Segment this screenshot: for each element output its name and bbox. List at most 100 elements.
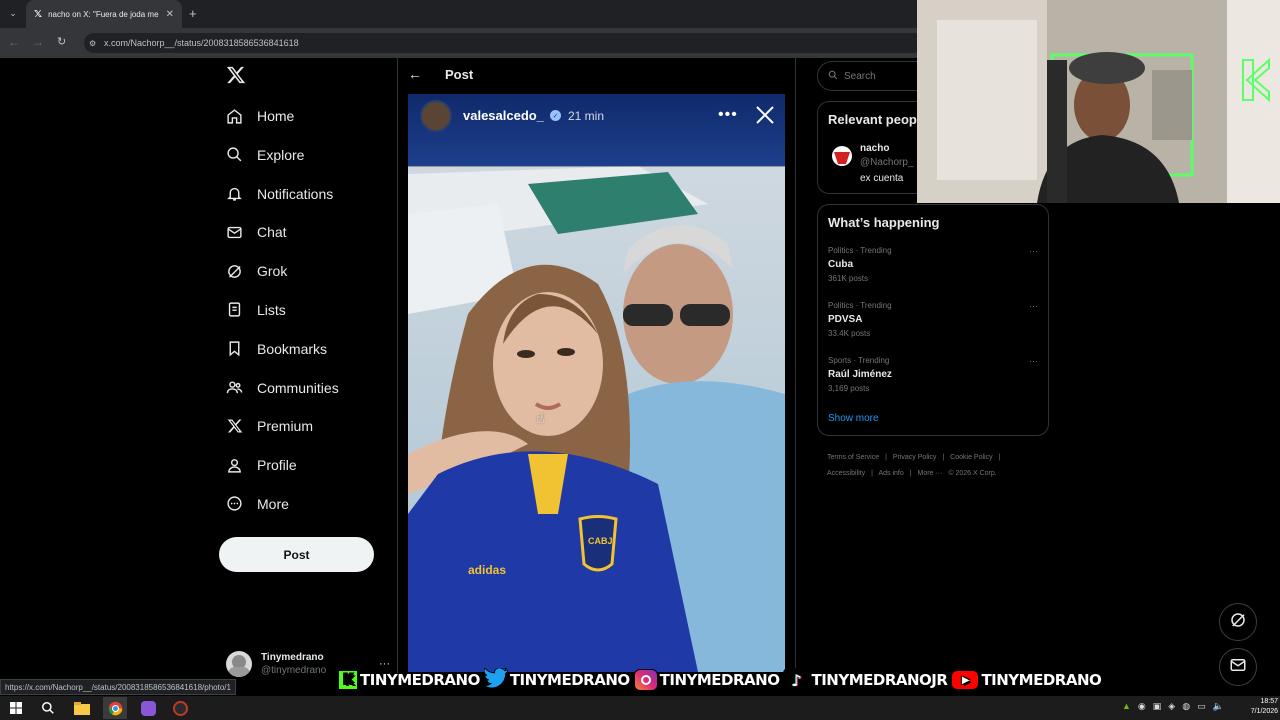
nav-label: Bookmarks: [257, 340, 328, 357]
trend-meta: Politics · Trending: [828, 301, 892, 310]
relevant-name[interactable]: nacho: [860, 143, 889, 154]
story-more-icon[interactable]: •••: [718, 106, 738, 124]
nvidia-icon[interactable]: ▲: [1122, 701, 1131, 712]
search-icon: [828, 67, 838, 85]
story-avatar[interactable]: [420, 100, 452, 132]
x-favicon-icon: 𝕏: [34, 8, 43, 20]
footer-separator: |: [942, 454, 945, 461]
back-arrow-icon[interactable]: ←: [408, 66, 422, 82]
nav-label: More: [257, 495, 289, 512]
nav-explore[interactable]: Explore: [226, 140, 339, 170]
clock-date: 7/1/2026: [1250, 708, 1278, 715]
photo-illustration: CABJ adidas: [408, 94, 785, 672]
nav-bookmarks[interactable]: Bookmarks: [226, 334, 339, 364]
nav-home[interactable]: Home: [226, 101, 339, 131]
network-icon[interactable]: ▭: [1197, 701, 1206, 712]
list-icon: [226, 301, 243, 318]
more-circle-icon: [226, 495, 243, 512]
tray-icon[interactable]: ▣: [1153, 701, 1162, 712]
browser-tab[interactable]: 𝕏 nacho on X: "Fuera de joda me ✕: [26, 0, 182, 28]
search-icon: [226, 146, 243, 163]
kick-icon: K: [338, 670, 358, 690]
discord-icon[interactable]: ◉: [1138, 701, 1146, 712]
instagram-icon: [633, 669, 658, 691]
nav-notifications[interactable]: Notifications: [226, 179, 339, 209]
story-username[interactable]: valesalcedo_: [463, 108, 544, 123]
relevant-handle: @Nachorp_: [860, 157, 914, 168]
trend-item[interactable]: Politics · Trending Cuba 361K posts ···: [828, 246, 1038, 283]
taskbar-search-icon[interactable]: [36, 697, 60, 719]
footer-link[interactable]: Ads info: [878, 470, 903, 477]
footer-link[interactable]: Cookie Policy: [950, 454, 992, 461]
nav-more[interactable]: More: [226, 489, 339, 519]
grok-float-button[interactable]: [1219, 603, 1257, 641]
steam-icon[interactable]: ◈: [1168, 701, 1175, 712]
search-input[interactable]: Search: [844, 71, 876, 82]
footer-links: Terms of Service | Privacy Policy | Cook…: [827, 450, 1047, 482]
social-banner: K TINYMEDRANO TINYMEDRANO TINYMEDRANO ♪ …: [338, 667, 1102, 692]
story-close-icon[interactable]: [754, 104, 776, 126]
file-explorer-icon[interactable]: [70, 697, 94, 719]
page-title: Post: [445, 67, 474, 82]
windows-start-icon[interactable]: [4, 697, 28, 719]
messages-float-button[interactable]: [1219, 648, 1257, 686]
nav-label: Home: [257, 108, 295, 124]
show-more-link[interactable]: Show more: [828, 413, 879, 424]
nav-chat[interactable]: Chat: [226, 217, 339, 247]
trend-item[interactable]: Sports · Trending Raúl Jiménez 3,169 pos…: [828, 356, 1038, 393]
x-logo-icon: [226, 418, 243, 435]
reload-icon[interactable]: ↻: [57, 35, 66, 48]
grok-icon: [226, 263, 243, 280]
avatar: [226, 651, 252, 677]
social-label: TINYMEDRANO: [981, 671, 1102, 689]
social-item: ♪ TINYMEDRANOJR: [783, 668, 948, 692]
hand-cursor-icon: ☝: [536, 410, 545, 426]
tray-icon[interactable]: ◍: [1182, 701, 1190, 712]
obs-icon[interactable]: [168, 697, 192, 719]
trend-more-icon[interactable]: ···: [1029, 356, 1038, 366]
primary-nav: Home Explore Notifications Chat Grok Lis…: [226, 101, 339, 519]
footer-link[interactable]: Terms of Service: [827, 454, 879, 461]
account-name: Tinymedrano: [261, 652, 324, 663]
nav-communities[interactable]: Communities: [226, 373, 339, 403]
app-icon[interactable]: [136, 697, 160, 719]
x-logo-icon[interactable]: [226, 65, 248, 87]
post-button[interactable]: Post: [219, 537, 374, 572]
nav-profile[interactable]: Profile: [226, 450, 339, 480]
nav-grok[interactable]: Grok: [226, 256, 339, 286]
footer-separator: |: [871, 470, 873, 477]
home-icon: [226, 108, 243, 125]
webcam-overlay: [917, 0, 1280, 203]
footer-separator: |: [885, 454, 887, 461]
clock[interactable]: 18:57 7/1/2026: [1238, 697, 1278, 717]
forward-icon[interactable]: →: [32, 35, 44, 49]
trend-more-icon[interactable]: ···: [1029, 301, 1038, 311]
relevant-bio: ex cuenta: [860, 173, 904, 184]
footer-link[interactable]: Accessibility: [827, 470, 865, 477]
address-field[interactable]: ⚙ x.com/Nachorp__/status/200831858653684…: [84, 33, 924, 53]
social-item: ▶ TINYMEDRANO: [951, 670, 1102, 690]
avatar[interactable]: [832, 146, 852, 166]
people-icon: [226, 379, 243, 396]
social-item: TINYMEDRANO: [633, 669, 780, 691]
trend-count: 361K posts: [828, 274, 869, 283]
social-label: TINYMEDRANO: [509, 671, 630, 689]
trend-name: Cuba: [828, 259, 853, 270]
trend-item[interactable]: Politics · Trending PDVSA 33.4K posts ··…: [828, 301, 1038, 338]
site-info-icon[interactable]: ⚙: [89, 39, 96, 48]
nav-lists[interactable]: Lists: [226, 295, 339, 325]
trend-more-icon[interactable]: ···: [1029, 246, 1038, 256]
chrome-icon[interactable]: [103, 697, 127, 719]
youtube-icon: ▶: [951, 670, 980, 690]
footer-link[interactable]: Privacy Policy: [893, 454, 937, 461]
status-url: https://x.com/Nachorp__/status/200831858…: [0, 679, 236, 695]
volume-icon[interactable]: 🔈: [1213, 701, 1224, 712]
bookmark-icon: [226, 340, 243, 357]
post-image[interactable]: CABJ adidas: [408, 94, 785, 672]
back-icon[interactable]: ←: [8, 35, 20, 49]
tab-close-icon[interactable]: ✕: [166, 9, 174, 20]
tab-search-icon[interactable]: ⌄: [6, 6, 20, 20]
nav-premium[interactable]: Premium: [226, 411, 339, 441]
footer-link[interactable]: More ···: [918, 470, 943, 477]
new-tab-icon[interactable]: +: [189, 6, 197, 21]
